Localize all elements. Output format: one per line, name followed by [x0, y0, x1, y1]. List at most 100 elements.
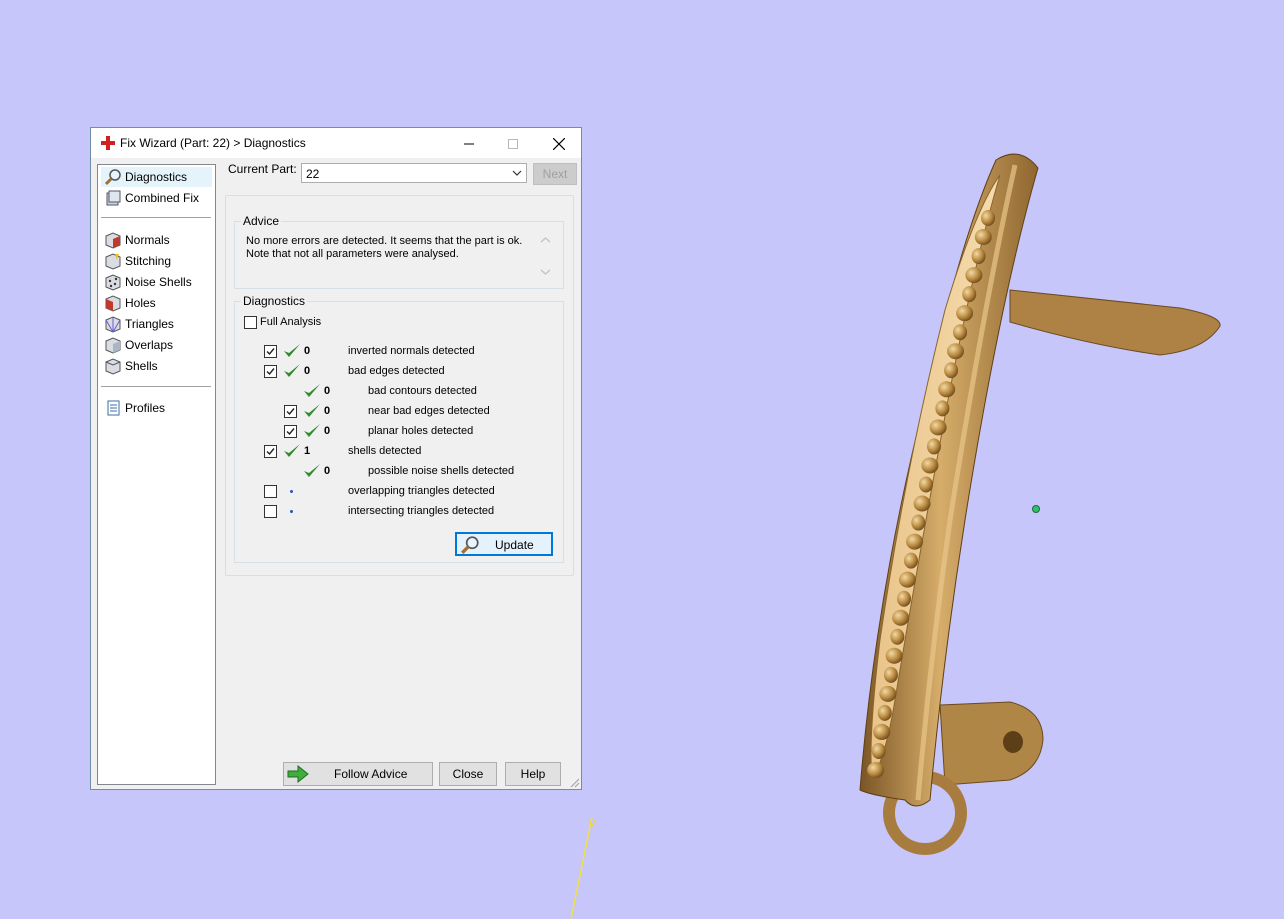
nav-item-label: Shells	[125, 359, 158, 373]
advice-line-1: No more errors are detected. It seems th…	[246, 235, 523, 247]
nav-item-noise-shells[interactable]: Noise Shells	[101, 272, 212, 292]
holes-cube-icon	[105, 295, 121, 312]
close-window-button[interactable]	[537, 130, 581, 156]
next-button[interactable]: Next	[533, 163, 577, 185]
diagnostic-label: overlapping triangles detected	[348, 485, 495, 497]
green-check-icon	[283, 342, 301, 360]
clasp-bead	[981, 210, 995, 226]
clasp-bead	[871, 742, 886, 759]
clasp-bead	[885, 647, 903, 664]
nav-item-label: Overlaps	[125, 338, 174, 352]
help-button[interactable]: Help	[505, 762, 561, 786]
clasp-bead	[929, 419, 947, 436]
green-arrow-icon	[287, 765, 309, 783]
nav-separator	[101, 386, 211, 387]
magnifier-icon	[461, 536, 479, 554]
update-button[interactable]: Update	[455, 532, 553, 556]
minimize-button[interactable]	[447, 130, 491, 156]
diagnostic-label: planar holes detected	[368, 425, 474, 437]
nav-item-overlaps[interactable]: Overlaps	[101, 335, 212, 355]
diagnostic-count: 0	[304, 345, 311, 357]
nav-item-triangles[interactable]: Triangles	[101, 314, 212, 334]
diagnostic-label: near bad edges detected	[368, 405, 490, 417]
clasp-bead	[913, 495, 931, 512]
green-check-icon	[283, 442, 301, 460]
diagnostic-checkbox[interactable]	[264, 445, 277, 458]
diagnostic-label: bad contours detected	[368, 385, 477, 397]
diagnostic-label: possible noise shells detected	[368, 465, 515, 477]
clasp-bead	[892, 609, 910, 626]
clasp-bead	[974, 229, 992, 246]
red-cross-icon	[101, 136, 115, 150]
nav-item-shells[interactable]: Shells	[101, 356, 212, 376]
clasp-bead	[906, 533, 924, 550]
clasp-lower-arm	[939, 701, 1044, 786]
green-check-icon	[303, 422, 321, 440]
clasp-bead	[918, 476, 933, 493]
nav-item-label: Profiles	[125, 401, 166, 415]
resize-grip-icon[interactable]	[568, 776, 580, 788]
advice-title: Advice	[241, 214, 282, 228]
window-title: Fix Wizard (Part: 22) > Diagnostics	[120, 136, 306, 150]
diagnostic-checkbox[interactable]	[264, 485, 277, 498]
nav-item-stitching[interactable]: Stitching	[101, 251, 212, 271]
maximize-button[interactable]	[491, 130, 535, 156]
clasp-bead	[903, 552, 918, 569]
full-analysis-label: Full Analysis	[260, 316, 322, 328]
wizard-nav-list: Diagnostics Combined Fix Normals Stitchi…	[97, 164, 216, 785]
document-icon	[107, 400, 120, 416]
diagnostic-label: bad edges detected	[348, 365, 445, 377]
nav-item-label: Holes	[125, 296, 156, 310]
green-check-icon	[303, 402, 321, 420]
nav-item-label: Diagnostics	[125, 170, 188, 184]
full-analysis-checkbox[interactable]	[244, 316, 257, 329]
nav-item-combined-fix[interactable]: Combined Fix	[101, 188, 212, 208]
nav-item-profiles[interactable]: Profiles	[101, 398, 212, 418]
check-icon	[266, 448, 275, 456]
diagnostic-checkbox[interactable]	[284, 405, 297, 418]
diagnostic-count: 0	[324, 425, 331, 437]
clasp-bead	[971, 248, 986, 265]
diagnostic-count: 1	[304, 445, 311, 457]
nav-item-label: Triangles	[125, 317, 174, 331]
shells-cube-icon	[105, 358, 121, 375]
clasp-upper-arm	[1009, 289, 1221, 356]
current-part-value: 22	[306, 167, 320, 181]
close-button[interactable]: Close	[439, 762, 497, 786]
clasp-bead	[898, 571, 916, 588]
overlaps-cube-icon	[105, 337, 121, 354]
diagnostic-checkbox[interactable]	[284, 425, 297, 438]
advice-scrollbar[interactable]	[537, 232, 554, 280]
diagnostic-count: 0	[324, 385, 331, 397]
nav-item-normals[interactable]: Normals	[101, 230, 212, 250]
clasp-bead	[890, 628, 905, 645]
nav-item-label: Stitching	[125, 254, 172, 268]
current-part-select[interactable]: 22	[301, 163, 527, 183]
not-analysed-dot-icon	[290, 490, 293, 493]
nav-item-holes[interactable]: Holes	[101, 293, 212, 313]
diagnostic-checkbox[interactable]	[264, 505, 277, 518]
minimize-icon	[464, 143, 474, 145]
pivot-marker[interactable]	[1032, 505, 1040, 513]
noise-shells-icon	[105, 274, 121, 291]
y-axis-indicator: y	[570, 816, 596, 919]
stitching-cube-icon	[105, 253, 121, 270]
maximize-icon	[508, 139, 518, 150]
clasp-bead	[938, 381, 956, 398]
check-icon	[266, 368, 275, 376]
follow-advice-button[interactable]: Follow Advice	[283, 762, 433, 786]
diagnostic-checkbox[interactable]	[264, 365, 277, 378]
diagnostic-checkbox[interactable]	[264, 345, 277, 358]
diagnostic-label: inverted normals detected	[348, 345, 475, 357]
check-icon	[286, 408, 295, 416]
current-part-label: Current Part:	[228, 162, 297, 176]
title-bar[interactable]: Fix Wizard (Part: 22) > Diagnostics	[91, 128, 581, 158]
nav-item-diagnostics[interactable]: Diagnostics	[101, 167, 212, 187]
normals-cube-icon	[105, 232, 121, 249]
clasp-bead	[911, 514, 926, 531]
green-check-icon	[303, 382, 321, 400]
y-axis-label: y	[589, 816, 596, 829]
advice-text: No more errors are detected. It seems th…	[246, 235, 536, 261]
check-icon	[286, 428, 295, 436]
clasp-bead	[867, 762, 885, 778]
